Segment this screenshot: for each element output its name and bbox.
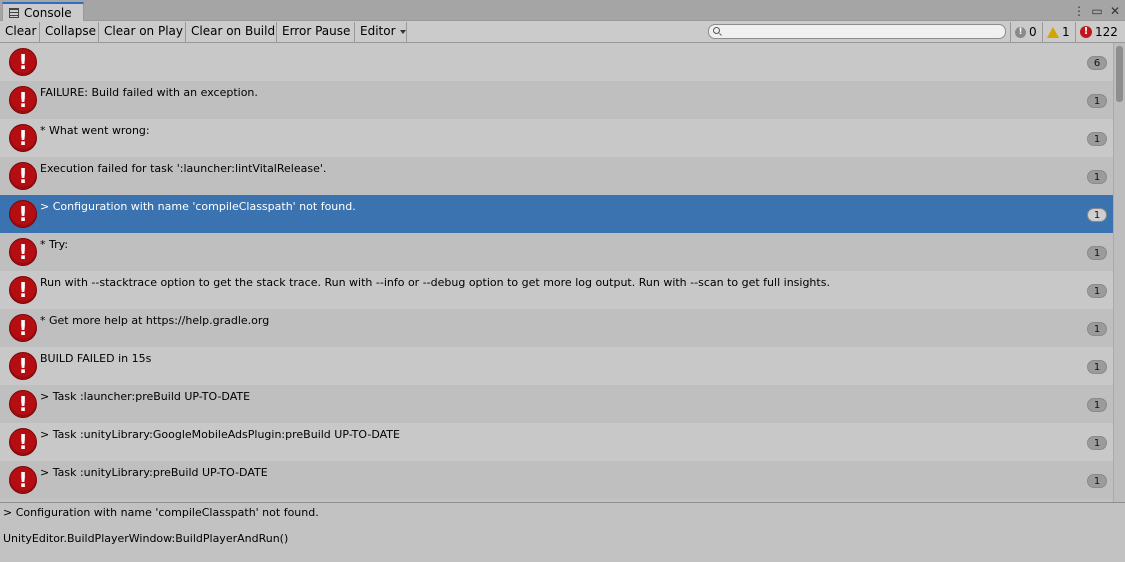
search-field[interactable] (708, 24, 1006, 39)
search-icon (713, 27, 720, 34)
log-entry-count-badge: 1 (1087, 360, 1107, 374)
log-entry-message: FAILURE: Build failed with an exception. (40, 86, 258, 99)
tab-console[interactable]: Console (2, 2, 84, 22)
log-entry-row[interactable]: ! Run with --stacktrace option to get the… (0, 271, 1113, 309)
window-controls: ⋮ ▭ ✕ (1073, 2, 1121, 20)
console-toolbar: Clear Collapse Clear on Play Clear on Bu… (0, 21, 1125, 43)
error-icon: ! (9, 48, 37, 76)
log-entry-message: Run with --stacktrace option to get the … (40, 276, 830, 289)
detail-message: > Configuration with name 'compileClassp… (3, 506, 319, 519)
search-input[interactable] (725, 25, 995, 38)
log-entry-row[interactable]: ! > Task :launcher:preBuild UP-TO-DATE 1 (0, 385, 1113, 423)
log-entry-row[interactable]: ! BUILD FAILED in 15s 1 (0, 347, 1113, 385)
log-entry-message: * What went wrong: (40, 124, 150, 137)
log-entry-count-badge: 1 (1087, 246, 1107, 260)
info-count: 0 (1029, 25, 1037, 39)
log-detail-pane: > Configuration with name 'compileClassp… (0, 503, 1125, 562)
error-icon: ! (1080, 26, 1092, 38)
log-entry-count-badge: 1 (1087, 170, 1107, 184)
error-icon: ! (9, 276, 37, 304)
error-icon: ! (9, 352, 37, 380)
log-entry-message: Execution failed for task ':launcher:lin… (40, 162, 327, 175)
log-entry-count-badge: 1 (1087, 132, 1107, 146)
detail-stacktrace[interactable]: UnityEditor.BuildPlayerWindow:BuildPlaye… (3, 532, 288, 545)
close-icon[interactable]: ✕ (1109, 2, 1121, 20)
warning-icon (1047, 26, 1059, 38)
error-filter-toggle[interactable]: ! 122 (1075, 22, 1122, 42)
log-entry-count-badge: 1 (1087, 436, 1107, 450)
log-entry-message: * Get more help at https://help.gradle.o… (40, 314, 270, 327)
scrollbar-thumb[interactable] (1116, 46, 1123, 102)
editor-dropdown-label: Editor (360, 24, 396, 38)
info-icon: ! (1015, 26, 1026, 38)
warning-filter-toggle[interactable]: 1 (1042, 22, 1074, 42)
maximize-icon[interactable]: ▭ (1091, 2, 1103, 20)
tab-console-label: Console (24, 6, 72, 20)
log-entry-row[interactable]: ! * Try: 1 (0, 233, 1113, 271)
log-entry-count-badge: 1 (1087, 284, 1107, 298)
clear-on-build-toggle[interactable]: Clear on Build (186, 22, 277, 42)
error-icon: ! (9, 390, 37, 418)
error-icon: ! (9, 314, 37, 342)
log-entry-count-badge: 1 (1087, 208, 1107, 222)
log-entry-row[interactable]: ! Execution failed for task ':launcher:li… (0, 157, 1113, 195)
log-entry-row[interactable]: ! * What went wrong: 1 (0, 119, 1113, 157)
clear-button[interactable]: Clear (0, 22, 40, 42)
clear-on-play-toggle[interactable]: Clear on Play (99, 22, 186, 42)
error-count: 122 (1095, 25, 1118, 39)
console-list-icon (9, 8, 19, 18)
log-entry-message: > Task :launcher:preBuild UP-TO-DATE (40, 390, 251, 403)
info-filter-toggle[interactable]: ! 0 (1010, 22, 1041, 42)
error-icon: ! (9, 86, 37, 114)
log-entry-row[interactable]: ! * Get more help at https://help.gradle.… (0, 309, 1113, 347)
error-icon: ! (9, 466, 37, 494)
error-icon: ! (9, 238, 37, 266)
collapse-toggle[interactable]: Collapse (40, 22, 99, 42)
log-entry-count-badge: 1 (1087, 398, 1107, 412)
log-entry-row[interactable]: ! > Configuration with name 'compileClass… (0, 195, 1113, 233)
log-entry-message: * Try: (40, 238, 69, 251)
log-entry-row[interactable]: ! 6 (0, 43, 1113, 81)
log-entry-count-badge: 1 (1087, 322, 1107, 336)
error-pause-toggle[interactable]: Error Pause (277, 22, 355, 42)
log-entry-count-badge: 1 (1087, 94, 1107, 108)
warning-count: 1 (1062, 25, 1070, 39)
error-icon: ! (9, 124, 37, 152)
log-list[interactable]: ! 6! FAILURE: Build failed with an excepti… (0, 43, 1113, 502)
log-entry-row[interactable]: ! > Task :unityLibrary:preBuild UP-TO-DAT… (0, 461, 1113, 499)
log-entry-message: > Configuration with name 'compileClassp… (40, 200, 356, 213)
error-icon: ! (9, 162, 37, 190)
log-entry-message: > Task :unityLibrary:preBuild UP-TO-DATE (40, 466, 268, 479)
window-tab-bar: Console ⋮ ▭ ✕ (0, 0, 1125, 22)
editor-dropdown[interactable]: Editor (355, 22, 407, 42)
error-icon: ! (9, 428, 37, 456)
log-list-scrollbar[interactable] (1113, 43, 1125, 502)
error-icon: ! (9, 200, 37, 228)
log-entry-message: > Task :unityLibrary:GoogleMobileAdsPlug… (40, 428, 400, 441)
log-entry-message: BUILD FAILED in 15s (40, 352, 152, 365)
log-entry-row[interactable]: ! > Task :unityLibrary:GoogleMobileAdsPlu… (0, 423, 1113, 461)
log-entry-row[interactable]: ! FAILURE: Build failed with an exception… (0, 81, 1113, 119)
log-entry-count-badge: 1 (1087, 474, 1107, 488)
log-entry-count-badge: 6 (1087, 56, 1107, 70)
kebab-menu-icon[interactable]: ⋮ (1073, 2, 1085, 20)
